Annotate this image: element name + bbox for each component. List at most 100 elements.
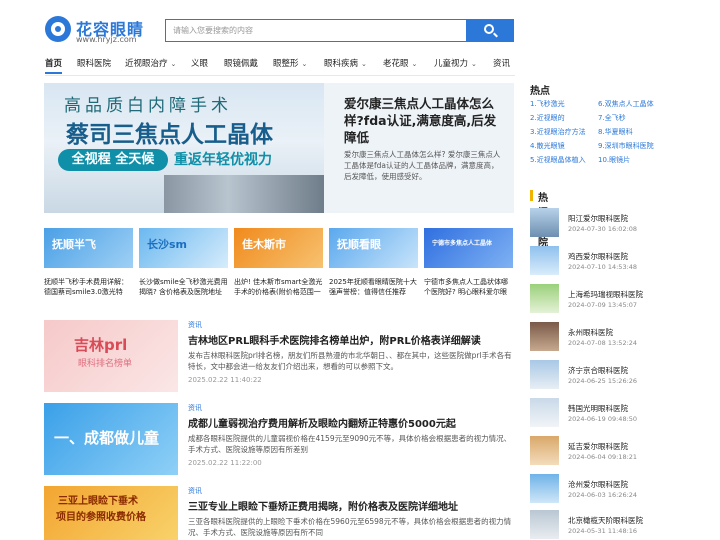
- article-image: 一、成都做儿童: [44, 403, 178, 475]
- hospital-item[interactable]: 北京橄榄天阶眼科医院 2024-05-31 11:48:16: [530, 510, 690, 540]
- hot-item[interactable]: 1.飞秒激光: [530, 99, 565, 109]
- hospital-item[interactable]: 韩国光明眼科医院 2024-06-19 09:48:50: [530, 398, 690, 428]
- article-category[interactable]: 资讯: [188, 403, 202, 413]
- hospital-image: [530, 360, 559, 389]
- article-item[interactable]: 三亚上眼睑下垂术 项目的参照收费价格 资讯 三亚专业上眼睑下垂矫正费用揭晓，附价…: [44, 486, 514, 540]
- thumb-caption: 2025年抚顺看眼睛医院十大强声誉榜：值得信任推荐的...: [329, 278, 417, 296]
- hot-item[interactable]: 7.全飞秒: [598, 113, 626, 123]
- thumb-card[interactable]: 抚顺半飞 抚顺半飞秒手术费用详解：德国蔡司smile3.0激光特惠...: [44, 228, 133, 297]
- nav-item-myopia[interactable]: 近视眼治疗 ⌄: [125, 57, 176, 69]
- thumb-card[interactable]: 佳木斯市 出炉! 佳木斯市smart全激光手术的价格表(附价格范围一名...: [234, 228, 323, 297]
- search-icon: [484, 24, 494, 34]
- hospital-name: 济宁京合眼科医院: [568, 366, 628, 375]
- hospital-image: [530, 474, 559, 503]
- article-date: 2025.02.22 11:40:22: [188, 376, 262, 384]
- nav-item-home[interactable]: 首页: [45, 57, 63, 74]
- site-url: www.hryjz.com: [76, 35, 137, 44]
- hospital-item[interactable]: 济宁京合眼科医院 2024-06-25 15:26:26: [530, 360, 690, 390]
- hospital-item[interactable]: 鸡西爱尔眼科医院 2024-07-10 14:53:48: [530, 246, 690, 276]
- chevron-down-icon: ⌄: [361, 60, 367, 68]
- chevron-down-icon: ⌄: [411, 60, 418, 68]
- hospital-name: 永州眼科医院: [568, 328, 613, 337]
- hospital-time: 2024-05-31 11:48:16: [568, 527, 638, 535]
- site-header: 花容眼睛 www.hryjz.com: [0, 0, 720, 50]
- main-nav: 首页 眼科医院 近视眼治疗 ⌄ 义眼 眼镜佩戴 眼整形 ⌄ 眼科疾病 ⌄ 老花眼 ⌄ 儿…: [45, 54, 515, 74]
- hospital-image: [530, 510, 559, 539]
- hot-title: 热点: [530, 86, 550, 97]
- hospital-item[interactable]: 上海希玛瑞视眼科医院 2024-07-09 13:45:07: [530, 284, 690, 314]
- thumb-card[interactable]: 长沙sm 长沙做smile全飞秒激光费用揭晓? 含价格表及医院地址速...: [139, 228, 228, 297]
- hospital-time: 2024-07-10 14:53:48: [568, 263, 638, 271]
- hospital-image: [530, 246, 559, 275]
- banner-pill: 全视程 全天候: [58, 149, 168, 171]
- hot-item[interactable]: 2.近视眼的: [530, 113, 565, 123]
- nav-item-eye-hospital[interactable]: 眼科医院: [77, 57, 111, 69]
- thumb-card[interactable]: 抚顺看眼 2025年抚顺看眼睛医院十大强声誉榜：值得信任推荐的...: [329, 228, 418, 297]
- thumb-image: 宁德市多焦点人工晶体: [424, 228, 513, 268]
- article-title[interactable]: 三亚专业上眼睑下垂矫正费用揭晓，附价格表及医院详细地址: [188, 498, 514, 513]
- article-desc: 三亚各眼科医院提供的上眼睑下垂术价格在5960元至6598元不等，具体价格会根据…: [188, 517, 512, 537]
- hot-item[interactable]: 9.深圳市眼科医院: [598, 141, 654, 151]
- hospital-name: 沧州爱尔眼科医院: [568, 480, 628, 489]
- chevron-down-icon: ⌄: [471, 60, 477, 68]
- hospital-time: 2024-06-04 09:18:21: [568, 453, 638, 461]
- hospital-name: 鸡西爱尔眼科医院: [568, 252, 628, 261]
- hospital-time: 2024-06-19 09:48:50: [568, 415, 638, 423]
- hero-desc: 爱尔康三焦点人工晶体怎么样? 爱尔康三焦点人工晶体是fda认证的人工晶体品牌，满…: [344, 150, 501, 181]
- nav-item-presbyopia[interactable]: 老花眼 ⌄: [383, 57, 417, 69]
- nav-item-news[interactable]: 资讯: [493, 57, 510, 69]
- hospital-time: 2024-07-08 13:52:24: [568, 339, 638, 347]
- hospital-item[interactable]: 沧州爱尔眼科医院 2024-06-03 16:26:24: [530, 474, 690, 504]
- thumb-image: 佳木斯市: [234, 228, 323, 268]
- hospital-name: 北京橄榄天阶眼科医院: [568, 516, 643, 525]
- thumb-image: 长沙sm: [139, 228, 228, 268]
- nav-item-eye-disease[interactable]: 眼科疾病 ⌄: [324, 57, 367, 69]
- article-title[interactable]: 成都儿童弱视治疗费用解析及眼睑内翻矫正特惠价5000元起: [188, 415, 514, 430]
- banner-product: 蔡司三焦点人工晶体: [66, 122, 273, 148]
- article-category[interactable]: 资讯: [188, 486, 202, 496]
- eye-logo-icon: [45, 16, 71, 42]
- article-item[interactable]: 一、成都做儿童 资讯 成都儿童弱视治疗费用解析及眼睑内翻矫正特惠价5000元起 …: [44, 403, 514, 475]
- hero-title[interactable]: 爱尔康三焦点人工晶体怎么样?fda认证,满意度高,后发障低: [344, 95, 504, 146]
- hospital-item[interactable]: 阳江爱尔眼科医院 2024-07-30 16:02:08: [530, 208, 690, 238]
- banner-headline: 高品质白内障手术: [64, 96, 232, 116]
- hot-item[interactable]: 8.华夏眼科: [598, 127, 633, 137]
- hospital-name: 上海希玛瑞视眼科医院: [568, 290, 643, 299]
- thumb-image: 抚顺半飞: [44, 228, 133, 268]
- hot-item[interactable]: 5.近视眼晶体植入: [530, 155, 586, 165]
- nav-item-eye-plastic[interactable]: 眼整形 ⌄: [273, 57, 307, 69]
- thumb-card[interactable]: 宁德市多焦点人工晶体 宁德市多焦点人工晶状体哪个医院好? 明心眼科爱尔眼科|..…: [424, 228, 513, 297]
- hot-item[interactable]: 3.近视眼治疗方法: [530, 127, 586, 137]
- hospital-name: 韩国光明眼科医院: [568, 404, 628, 413]
- banner-photo: [164, 175, 324, 213]
- thumb-caption: 长沙做smile全飞秒激光费用揭晓? 含价格表及医院地址速...: [139, 278, 228, 296]
- hot-item[interactable]: 10.眼镜片: [598, 155, 630, 165]
- search-button[interactable]: [466, 20, 513, 41]
- thumb-row: 抚顺半飞 抚顺半飞秒手术费用详解：德国蔡司smile3.0激光特惠... 长沙s…: [44, 228, 518, 298]
- chevron-down-icon: ⌄: [170, 60, 177, 68]
- accent-bar: [530, 190, 533, 201]
- hospital-image: [530, 398, 559, 427]
- article-desc: 成都各眼科医院提供的儿童弱视价格在4159元至9090元不等，具体价格会根据患者…: [188, 434, 512, 454]
- hospital-time: 2024-06-03 16:26:24: [568, 491, 638, 499]
- thumb-image: 抚顺看眼: [329, 228, 418, 268]
- nav-item-glasses[interactable]: 眼镜佩戴: [224, 57, 258, 69]
- article-date: 2025.02.22 11:22:00: [188, 459, 262, 467]
- article-desc: 发布吉林眼科医院prl排名榜，朋友们所县熟漫的市北华朝日、、都在其中，这些医院做…: [188, 351, 512, 371]
- hot-item[interactable]: 6.双焦点人工晶体: [598, 99, 654, 109]
- nav-item-prosthetic-eye[interactable]: 义眼: [191, 57, 208, 69]
- hospital-name: 阳江爱尔眼科医院: [568, 214, 628, 223]
- hero-feature[interactable]: 高品质白内障手术 蔡司三焦点人工晶体 全视程 全天候 重返年轻优视力 爱尔康三焦…: [44, 83, 514, 213]
- hot-item[interactable]: 4.散光眼镜: [530, 141, 565, 151]
- search-input[interactable]: [166, 20, 466, 41]
- article-item[interactable]: 吉林prl 眼科排名榜单 资讯 吉林地区PRL眼科手术医院排名榜单出炉，附PRL…: [44, 320, 514, 392]
- hospital-item[interactable]: 永州眼科医院 2024-07-08 13:52:24: [530, 322, 690, 352]
- hospital-item[interactable]: 延吉爱尔眼科医院 2024-06-04 09:18:21: [530, 436, 690, 466]
- nav-item-child-vision[interactable]: 儿童视力 ⌄: [434, 57, 477, 69]
- article-title[interactable]: 吉林地区PRL眼科手术医院排名榜单出炉，附PRL价格表详细解读: [188, 332, 514, 347]
- hero-banner-image[interactable]: 高品质白内障手术 蔡司三焦点人工晶体 全视程 全天候 重返年轻优视力: [44, 83, 324, 213]
- article-category[interactable]: 资讯: [188, 320, 202, 330]
- chevron-down-icon: ⌄: [301, 60, 308, 68]
- thumb-caption: 宁德市多焦点人工晶状体哪个医院好? 明心眼科爱尔眼科|...: [424, 278, 508, 296]
- site-logo[interactable]: 花容眼睛 www.hryjz.com: [45, 14, 155, 46]
